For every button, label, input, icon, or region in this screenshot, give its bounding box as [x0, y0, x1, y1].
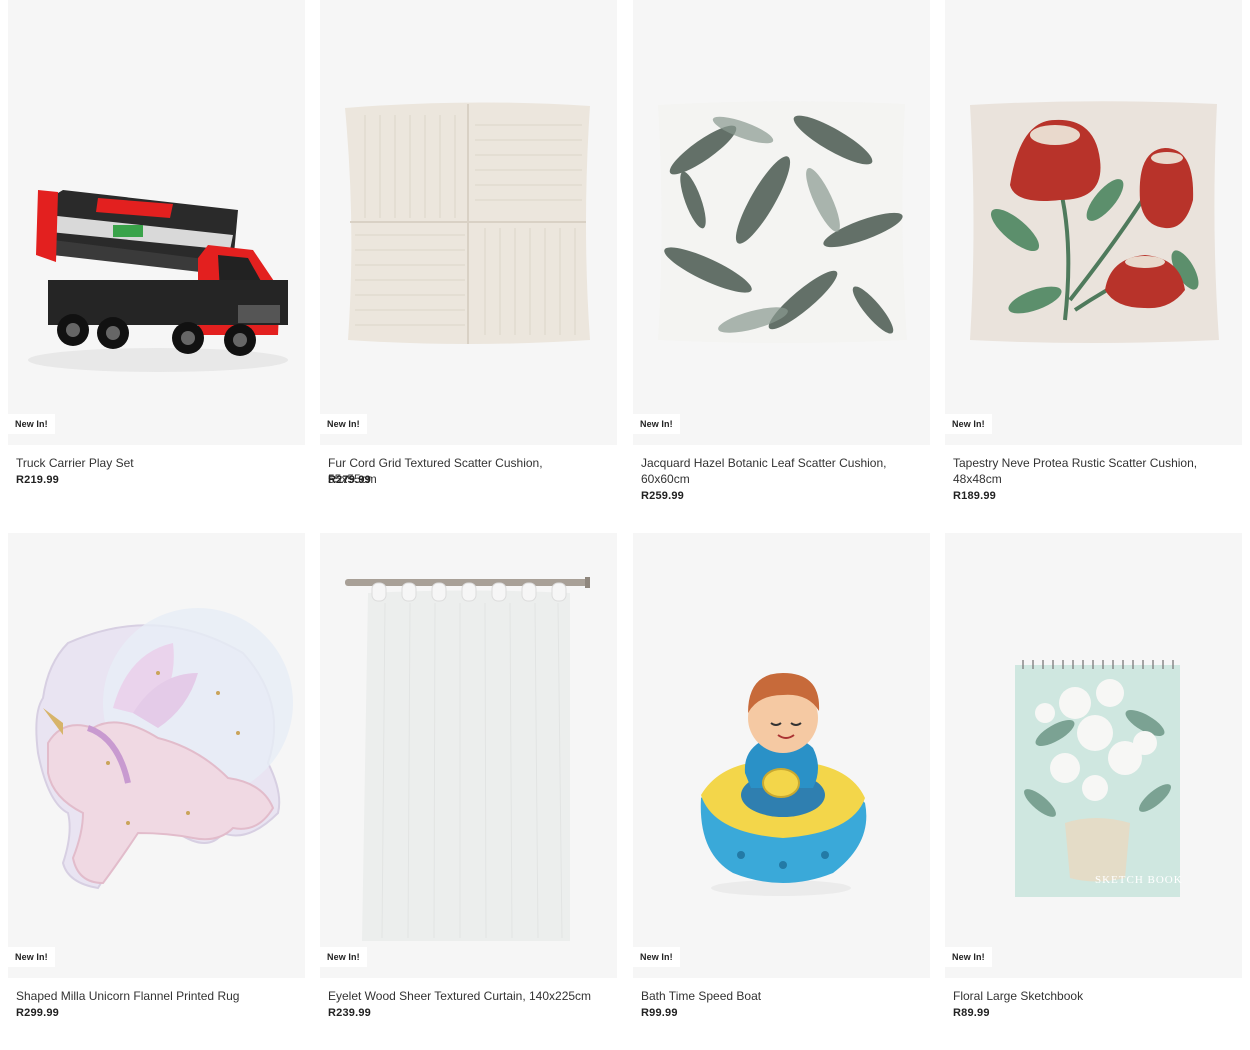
product-name-link[interactable]: Truck Carrier Play Set: [16, 455, 281, 471]
product-price: R99.99: [641, 1007, 678, 1019]
unicorn-rug-image: [35, 608, 293, 890]
new-in-badge: New In!: [633, 947, 680, 967]
product-image-link[interactable]: New In!: [633, 533, 930, 978]
new-in-badge: New In!: [945, 414, 992, 434]
product-name-link[interactable]: Eyelet Wood Sheer Textured Curtain, 140x…: [328, 988, 593, 1004]
new-in-badge: New In!: [8, 414, 55, 434]
product-image-link[interactable]: New In!: [320, 0, 617, 445]
truck-carrier-image: [28, 190, 288, 372]
product-price: R189.99: [953, 490, 996, 502]
product-price: R299.99: [16, 1007, 59, 1019]
sketchbook-image: SKETCH BOOK: [1015, 660, 1183, 897]
sheer-curtain-image: [345, 577, 590, 941]
sketchbook-cover-text: SKETCH BOOK: [1095, 874, 1183, 886]
new-in-badge: New In!: [8, 947, 55, 967]
product-price: R239.99: [328, 1007, 371, 1019]
cream-cushion-image: [345, 102, 590, 344]
speed-boat-image: [700, 673, 867, 896]
new-in-badge: New In!: [320, 947, 367, 967]
protea-cushion-image: [970, 101, 1219, 343]
product-name-link[interactable]: Floral Large Sketchbook: [953, 988, 1218, 1004]
product-image-link[interactable]: New In!: [8, 0, 305, 445]
new-in-badge: New In!: [945, 947, 992, 967]
product-image-link[interactable]: New In!: [633, 0, 930, 445]
product-image-link[interactable]: New In!: [945, 0, 1242, 445]
product-price: R219.99: [16, 474, 59, 486]
leaf-cushion-image: [658, 101, 907, 343]
product-name-link[interactable]: Bath Time Speed Boat: [641, 988, 906, 1004]
product-name-link[interactable]: Jacquard Hazel Botanic Leaf Scatter Cush…: [641, 455, 906, 487]
new-in-badge: New In!: [320, 414, 367, 434]
product-price: R89.99: [953, 1007, 990, 1019]
product-image-link[interactable]: SKETCH BOOK New In!: [945, 533, 1242, 978]
product-image-link[interactable]: New In!: [8, 533, 305, 978]
product-price: R279.99: [328, 474, 371, 486]
product-price: R259.99: [641, 490, 684, 502]
product-name-link[interactable]: Shaped Milla Unicorn Flannel Printed Rug: [16, 988, 281, 1004]
product-image-link[interactable]: New In!: [320, 533, 617, 978]
new-in-badge: New In!: [633, 414, 680, 434]
product-name-link[interactable]: Tapestry Neve Protea Rustic Scatter Cush…: [953, 455, 1218, 487]
